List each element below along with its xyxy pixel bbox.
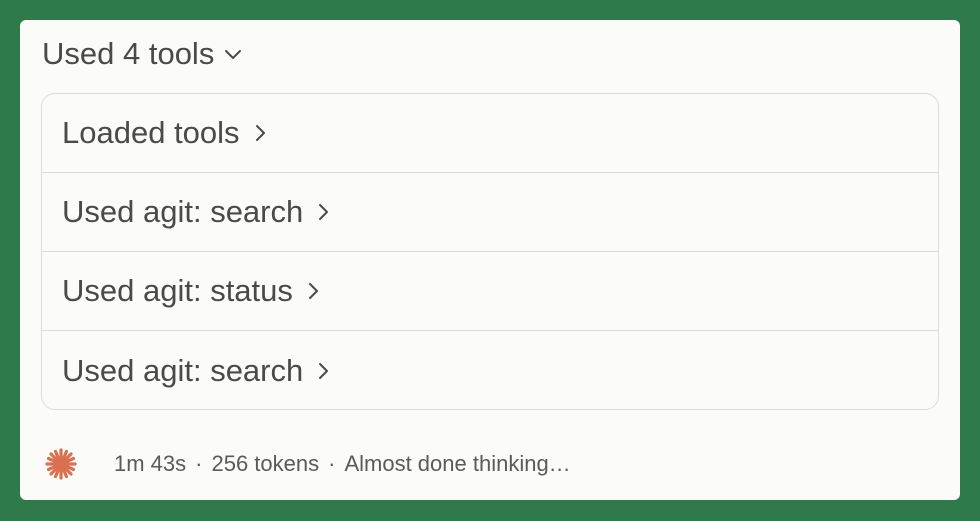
tool-item-agit-search-2[interactable]: Used agit: search [42,331,938,409]
tool-item-agit-search[interactable]: Used agit: search [42,173,938,252]
chevron-right-icon [254,124,266,142]
tool-item-label: Used agit: search [62,352,304,388]
tool-item-label: Used agit: search [62,194,304,229]
chevron-down-icon [224,48,242,60]
tool-list: Loaded tools Used agit: search Used agit… [41,93,939,410]
token-count: 256 tokens [211,451,320,476]
thinking-message: Almost done thinking… [344,451,571,476]
tool-item-label: Loaded tools [62,115,240,150]
tool-item-label: Used agit: status [62,273,293,308]
tools-summary-toggle[interactable]: Used 4 tools [42,34,242,74]
tool-item-agit-status[interactable]: Used agit: status [42,252,938,331]
chevron-right-icon [317,203,329,221]
chevron-right-icon [307,282,319,300]
separator: · [328,451,336,476]
sparkle-icon [44,447,78,481]
separator: · [195,451,203,476]
tool-usage-card: Used 4 tools Loaded tools Used agit: sea… [20,20,960,500]
tools-summary-label: Used 4 tools [42,36,215,71]
tool-item-loaded-tools[interactable]: Loaded tools [42,94,938,173]
status-meta: 1m 43s · 256 tokens · Almost done thinki… [114,451,571,477]
elapsed-time: 1m 43s [114,451,187,476]
chevron-right-icon [317,362,329,380]
thinking-status: 1m 43s · 256 tokens · Almost done thinki… [44,446,571,482]
